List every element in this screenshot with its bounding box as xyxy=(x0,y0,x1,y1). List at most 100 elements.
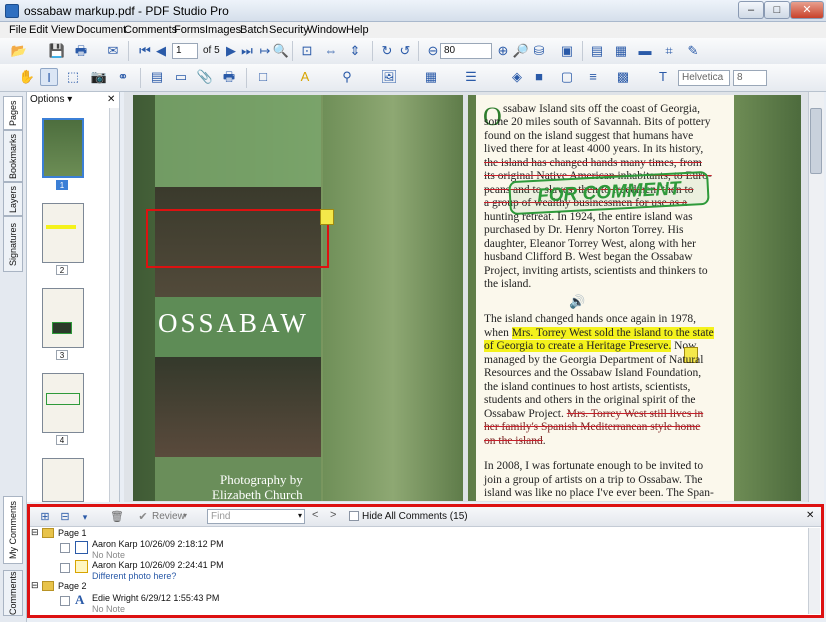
menu-comments[interactable]: Comments xyxy=(124,24,177,36)
tab-my-comments[interactable]: My Comments xyxy=(3,496,23,564)
close-panel-icon[interactable]: ✕ xyxy=(107,94,115,105)
camera-icon[interactable]: 📷 xyxy=(90,68,108,86)
menu-security[interactable]: Security xyxy=(269,24,309,36)
save-icon[interactable]: 💾 xyxy=(48,42,66,60)
strikethrough-text[interactable]: on the island xyxy=(484,435,543,447)
hand-tool-icon[interactable]: ✋ xyxy=(18,68,36,86)
tree-view-icon[interactable]: ⊞ xyxy=(36,508,54,526)
font-size-select[interactable]: 8 xyxy=(733,70,767,86)
zoom-in-icon[interactable]: ⊕ xyxy=(494,42,512,60)
next-result-icon[interactable]: > xyxy=(330,509,336,521)
text-color-icon[interactable]: A xyxy=(296,68,314,86)
stamp-icon[interactable]: ⛁ xyxy=(530,42,548,60)
menu-forms[interactable]: Forms xyxy=(174,24,205,36)
menu-batch[interactable]: Batch xyxy=(240,24,268,36)
email-icon[interactable]: ✉ xyxy=(104,42,122,60)
snapshot-icon[interactable]: ▣ xyxy=(558,42,576,60)
rotate-ccw-icon[interactable]: ↺ xyxy=(396,42,414,60)
scrollbar-thumb[interactable] xyxy=(810,108,822,174)
actual-size-icon[interactable]: ⊡ xyxy=(298,42,316,60)
select-text-icon[interactable]: I xyxy=(40,68,58,86)
grid-icon[interactable]: ▦ xyxy=(612,42,630,60)
redact-icon[interactable]: ▬ xyxy=(636,42,654,60)
stamp-tool-icon[interactable]: ⚲ xyxy=(338,68,356,86)
line-style-icon[interactable]: ≡ xyxy=(584,68,602,86)
font-select[interactable]: Helvetica xyxy=(678,70,730,86)
comment-checkbox[interactable] xyxy=(60,563,70,573)
fill-color-icon[interactable]: ◈ xyxy=(508,68,526,86)
fill-swatch-icon[interactable]: ■ xyxy=(530,68,548,86)
print-icon[interactable]: 🖶 xyxy=(72,42,90,60)
trash-icon[interactable]: 🗑 xyxy=(108,508,126,526)
strikethrough-text[interactable]: her family's Spanish Mediterranean style… xyxy=(484,421,734,435)
page-number-input[interactable]: 1 xyxy=(172,43,198,59)
collapse-icon[interactable]: ⊟ xyxy=(31,580,39,591)
rotate-cw-icon[interactable]: ↻ xyxy=(378,42,396,60)
tab-bookmarks[interactable]: Bookmarks xyxy=(3,130,23,182)
maximize-button[interactable]: □ xyxy=(764,1,790,19)
thumbnail-page-1[interactable] xyxy=(42,118,84,178)
zoom-select[interactable]: 80 xyxy=(440,43,492,59)
thumbnail-scrollbar[interactable] xyxy=(109,108,119,502)
highlighted-text[interactable]: Mrs. Torrey West sold the island to the … xyxy=(511,327,714,339)
attach-file-icon[interactable]: 📎 xyxy=(196,68,214,86)
find-input[interactable]: Find xyxy=(207,509,305,524)
select-area-icon[interactable]: ⬚ xyxy=(64,68,82,86)
tab-pages[interactable]: Pages xyxy=(3,96,23,130)
fit-page-icon[interactable]: ⇕ xyxy=(346,42,364,60)
prev-result-icon[interactable]: < xyxy=(312,509,318,521)
menu-view[interactable]: View xyxy=(51,24,75,36)
sticky-note-icon[interactable] xyxy=(320,209,334,225)
comments-scrollbar[interactable] xyxy=(808,528,820,614)
menu-help[interactable]: Help xyxy=(346,24,369,36)
align-icon[interactable]: ☰ xyxy=(462,68,480,86)
form-fields-icon[interactable]: ▤ xyxy=(588,42,606,60)
menu-images[interactable]: Images xyxy=(205,24,241,36)
comment-checkbox[interactable] xyxy=(60,543,70,553)
highlighted-text[interactable]: of Georgia to create a Heritage Preserve… xyxy=(484,340,672,352)
edit-icon[interactable]: ✎ xyxy=(684,42,702,60)
collapse-icon[interactable]: ⊟ xyxy=(31,527,39,538)
expand-icon[interactable]: ⊟ xyxy=(56,508,74,526)
text-box-icon[interactable]: ▭ xyxy=(172,68,190,86)
tab-comments[interactable]: Comments xyxy=(3,570,23,616)
review-button[interactable]: Review xyxy=(152,511,185,522)
comment-author[interactable]: Aaron Karp 10/26/09 2:24:41 PM xyxy=(92,560,224,570)
zoom-tool-icon[interactable]: 🔎 xyxy=(512,42,530,60)
menu-window[interactable]: Window xyxy=(307,24,346,36)
open-icon[interactable]: 📂 xyxy=(10,42,28,60)
binoculars-icon[interactable]: ⚭ xyxy=(114,68,132,86)
group-page-label[interactable]: Page 1 xyxy=(58,528,87,538)
strikethrough-text[interactable]: Mrs. Torrey West still lives in xyxy=(567,408,703,420)
comment-author[interactable]: Aaron Karp 10/26/09 2:18:12 PM xyxy=(92,539,224,549)
thumbnail-page-5[interactable] xyxy=(42,458,84,502)
find-dropdown-icon[interactable]: ▾ xyxy=(298,511,302,520)
options-dropdown-icon[interactable]: ▾ xyxy=(76,508,94,526)
fit-width-icon[interactable]: ⇔ xyxy=(322,42,340,60)
rectangle-icon[interactable]: □ xyxy=(254,68,272,86)
tab-layers[interactable]: Layers xyxy=(3,182,23,216)
last-page-icon[interactable]: ⏭ xyxy=(238,42,256,60)
hide-all-checkbox[interactable] xyxy=(349,511,359,521)
comment-checkbox[interactable] xyxy=(60,596,70,606)
find-icon[interactable]: 🔍 xyxy=(272,42,290,60)
image-icon[interactable]: 🖼 xyxy=(380,68,398,86)
close-button[interactable]: ✕ xyxy=(790,1,824,19)
note-icon[interactable]: ▤ xyxy=(148,68,166,86)
sound-annotation-icon[interactable]: 🔊 xyxy=(569,294,585,310)
menu-document[interactable]: Document xyxy=(76,24,126,36)
crop-icon[interactable]: ⌗ xyxy=(660,42,678,60)
table-icon[interactable]: ▦ xyxy=(422,68,440,86)
minimize-button[interactable]: – xyxy=(738,1,764,19)
border-icon[interactable]: ▢ xyxy=(558,68,576,86)
prev-page-icon[interactable]: ◀ xyxy=(152,42,170,60)
menu-file[interactable]: File xyxy=(9,24,27,36)
close-comments-icon[interactable]: ✕ xyxy=(806,510,814,521)
group-page-label[interactable]: Page 2 xyxy=(58,581,87,591)
options-menu[interactable]: Options ▾ xyxy=(30,94,72,105)
rectangle-annotation[interactable] xyxy=(146,209,329,268)
review-dropdown-icon[interactable]: ▾ xyxy=(183,511,187,520)
tab-signatures[interactable]: Signatures xyxy=(3,216,23,272)
font-icon[interactable]: T xyxy=(654,68,672,86)
opacity-icon[interactable]: ▩ xyxy=(614,68,632,86)
